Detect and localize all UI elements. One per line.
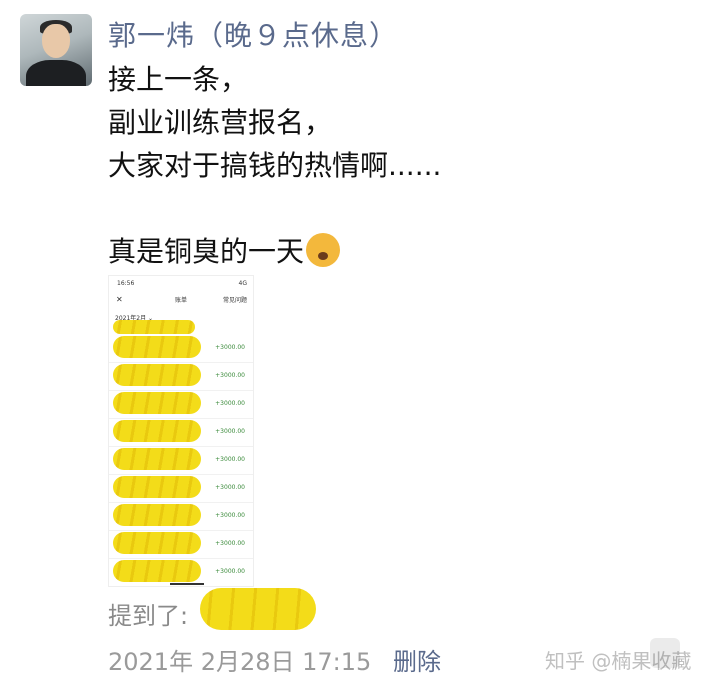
bill-row: +3000.00 <box>109 530 253 559</box>
bill-row: +3000.00 <box>109 446 253 475</box>
avatar-body <box>26 60 86 86</box>
screenshot-help: 常见问题 <box>222 297 247 304</box>
post-blank-line <box>108 187 441 230</box>
redaction-scribble <box>113 420 201 442</box>
money-mouth-icon <box>306 233 341 267</box>
redaction-scribble <box>113 504 201 526</box>
redaction-scribble <box>113 560 201 582</box>
delete-link[interactable]: 删除 <box>393 642 441 677</box>
bill-row: +3000.00 <box>109 502 253 531</box>
post-timestamp: 2021年 2月28日 17:15 <box>108 648 372 676</box>
corner-icon <box>650 638 680 668</box>
bill-amount: +3000.00 <box>215 540 245 547</box>
bill-row: +3000.00 <box>109 334 253 363</box>
screenshot-title: 账单 <box>175 297 188 304</box>
redaction-scribble <box>113 392 201 414</box>
bill-row: +3000.00 <box>109 418 253 447</box>
bill-amount: +3000.00 <box>215 512 245 519</box>
bill-amount: +3000.00 <box>215 400 245 407</box>
post-line: 副业训练营报名， <box>108 106 333 139</box>
redaction-scribble <box>113 476 201 498</box>
attached-screenshot[interactable]: 16:56 4G ✕ 账单 常见问题 2021年2月 ⌄ +3000.00 +3… <box>108 275 254 587</box>
bill-amount: +3000.00 <box>215 428 245 435</box>
post-line-last: 真是铜臭的一天 <box>108 230 441 273</box>
author-name[interactable]: 郭一炜（晚９点休息） <box>108 14 398 54</box>
post-text: 接上一条， 副业训练营报名， 大家对于搞钱的热情啊...... 真是铜臭的一天 <box>108 58 441 273</box>
redaction-scribble <box>113 336 201 358</box>
bill-amount: +3000.00 <box>215 456 245 463</box>
mention-label: 提到了: <box>108 602 189 630</box>
avatar-face <box>42 24 70 58</box>
close-icon: ✕ <box>116 295 123 304</box>
redaction-scribble <box>113 532 201 554</box>
bill-row: +3000.00 <box>109 474 253 503</box>
status-time: 16:56 <box>117 280 135 287</box>
avatar[interactable] <box>20 14 92 86</box>
mentioned-users-redacted[interactable] <box>200 588 316 630</box>
bill-row: +3000.00 <box>109 390 253 419</box>
bill-amount: +3000.00 <box>215 568 245 575</box>
redaction-scribble <box>113 364 201 386</box>
bill-amount: +3000.00 <box>215 344 245 351</box>
post-line: 真是铜臭的一天 <box>108 235 305 268</box>
bill-row: +3000.00 <box>109 362 253 391</box>
post-line: 大家对于搞钱的热情啊...... <box>108 149 442 182</box>
redaction-scribble <box>113 448 201 470</box>
bill-amount: +3000.00 <box>215 484 245 491</box>
post-line: 接上一条， <box>108 63 249 96</box>
status-network: 4G <box>238 280 247 287</box>
redaction-scribble <box>113 320 195 334</box>
bill-amount: +3000.00 <box>215 372 245 379</box>
divider <box>170 583 204 585</box>
